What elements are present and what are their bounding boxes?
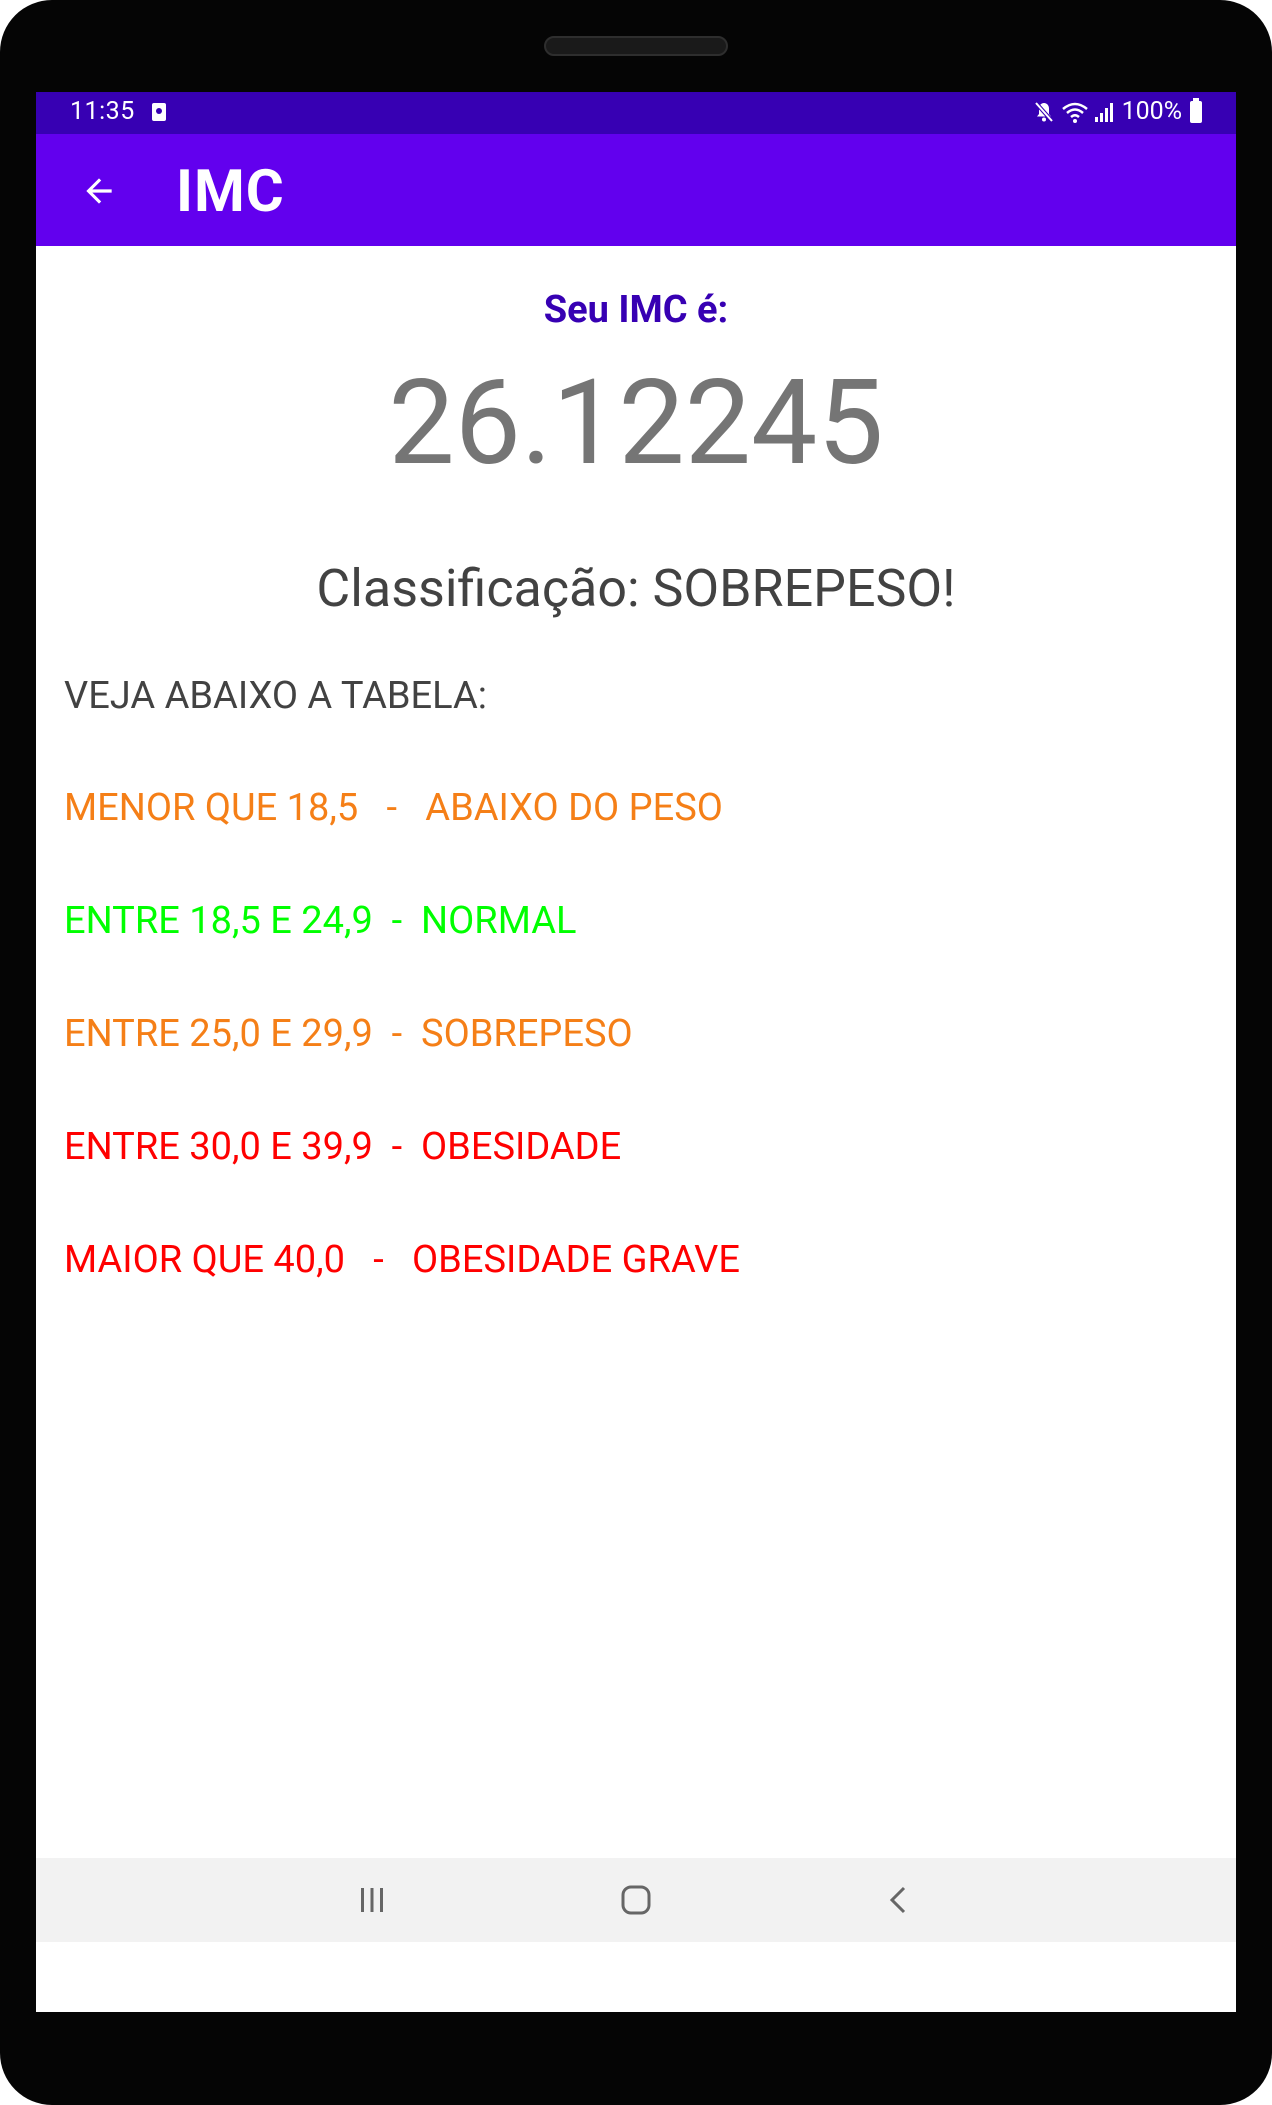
imc-label: Seu IMC é: [543,288,729,332]
table-heading: VEJA ABAIXO A TABELA: [64,674,487,718]
table-row-obesity: ENTRE 30,0 E 39,9 - OBESIDADE [64,1125,622,1169]
mute-icon [1034,101,1054,122]
table-row-severe-obesity: MAIOR QUE 40,0 - OBESIDADE GRAVE [64,1238,740,1282]
table-row-overweight: ENTRE 25,0 E 29,9 - SOBREPESO [64,1012,633,1056]
signal-icon [1094,102,1113,122]
speaker-grille [544,36,728,56]
home-icon[interactable] [618,1882,654,1918]
screen: 11:35 100% IMC Seu IMC é: 26.12245 Class… [36,92,1236,2012]
app-title: IMC [176,158,285,226]
navigation-bar [36,1858,1236,1942]
app-bar: IMC [36,134,1236,246]
table-row-normal: ENTRE 18,5 E 24,9 - NORMAL [64,899,577,943]
device-frame: 11:35 100% IMC Seu IMC é: 26.12245 Class… [0,0,1272,2105]
status-bar: 11:35 100% [36,92,1236,134]
wifi-icon [1061,102,1088,123]
battery-icon [1190,97,1202,123]
status-time: 11:35 [70,97,135,126]
status-icons: 100% [1032,97,1202,129]
battery-percent: 100% [1121,97,1183,126]
imc-value: 26.12245 [388,354,884,492]
recents-icon[interactable] [354,1882,390,1918]
screenshot-notification-icon [152,103,166,121]
arrow-back-icon[interactable] [80,172,118,210]
table-row-underweight: MENOR QUE 18,5 - ABAIXO DO PESO [64,786,723,830]
classification-text: Classificação: SOBREPESO! [316,558,956,619]
nav-back-icon[interactable] [882,1882,918,1918]
main-content: Seu IMC é: 26.12245 Classificação: SOBRE… [36,246,1236,1858]
